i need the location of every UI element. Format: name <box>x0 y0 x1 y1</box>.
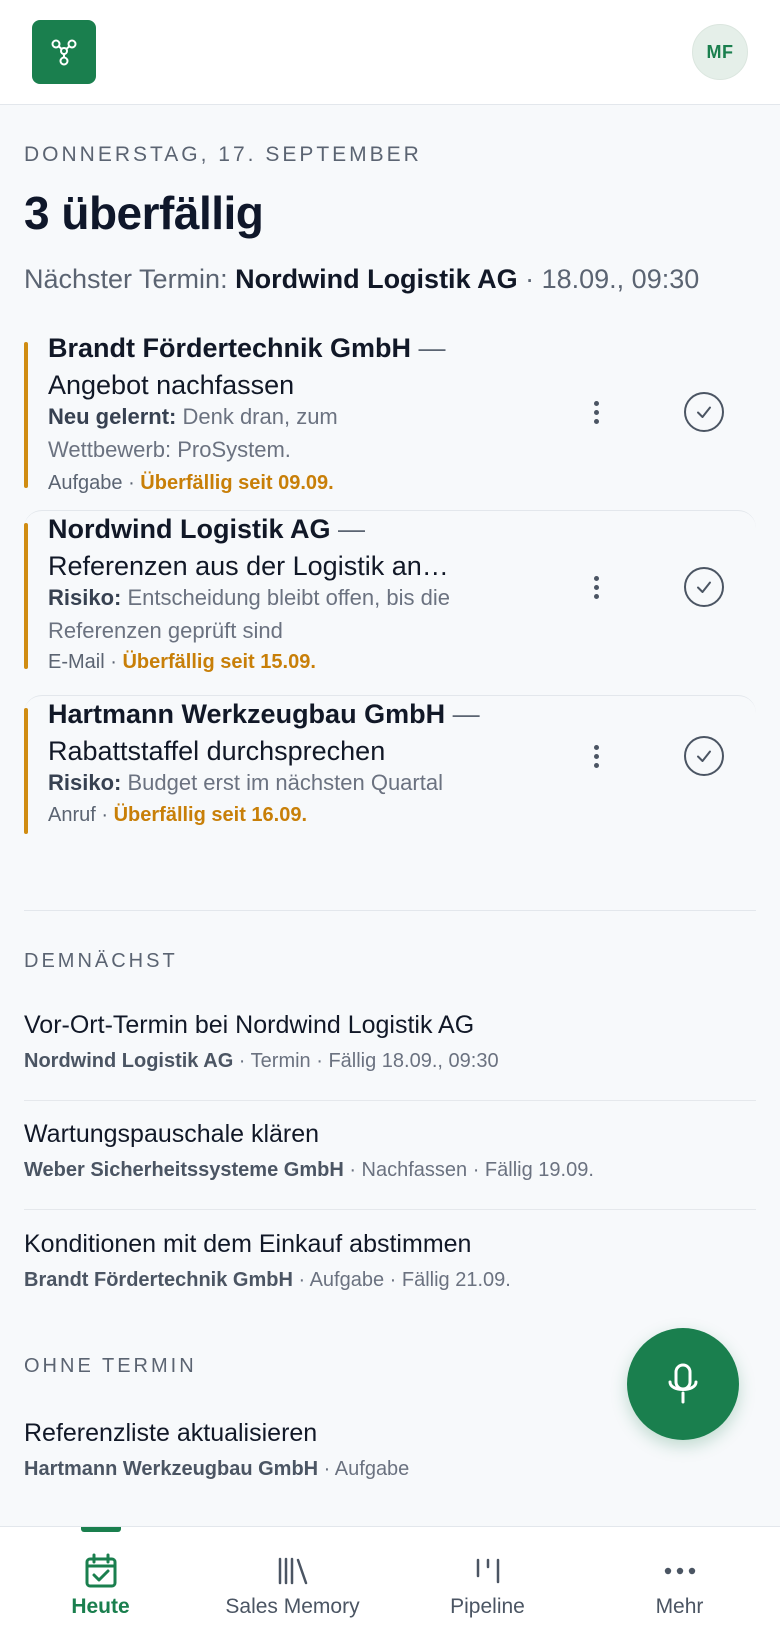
task-title: Brandt Fördertechnik GmbH — Angebot nach… <box>48 330 548 404</box>
next-appointment-time: · 18.09., 09:30 <box>525 264 700 294</box>
calendar-check-icon <box>85 1553 116 1588</box>
task-note-text: Budget erst im nächsten Quartal <box>121 770 443 795</box>
upcoming-item[interactable]: Konditionen mit dem Einkauf abstimmen Br… <box>24 1227 756 1292</box>
item-meta: Weber Sicherheitssysteme GmbH · Nachfass… <box>24 1159 756 1182</box>
task-action: Referenzen aus der Logistik an… <box>48 551 449 581</box>
item-divider <box>24 1100 756 1101</box>
complete-task-button[interactable] <box>684 392 724 432</box>
checkmark-icon <box>697 750 711 762</box>
task-action: Rabattstaffel durchsprechen <box>48 736 386 766</box>
item-title: Wartungspauschale klären <box>24 1120 320 1148</box>
task-company: Hartmann Werkzeugbau GmbH <box>48 699 446 729</box>
tab-label: Pipeline <box>450 1595 525 1618</box>
task-menu-icon[interactable] <box>584 736 608 776</box>
pipeline-icon <box>476 1558 499 1584</box>
complete-task-button[interactable] <box>684 736 724 776</box>
item-company: Weber Sicherheitssysteme GmbH <box>24 1159 344 1181</box>
more-icon <box>664 1567 695 1575</box>
next-appointment-company: Nordwind Logistik AG <box>235 264 518 294</box>
task-due: Überfällig seit 16.09. <box>113 804 308 826</box>
item-detail: · Nachfassen · Fällig 19.09. <box>343 1159 594 1181</box>
task-action: Angebot nachfassen <box>48 370 295 400</box>
library-icon <box>278 1557 307 1585</box>
active-tab-indicator <box>80 1527 121 1532</box>
item-detail: · Termin · Fällig 18.09., 09:30 <box>233 1050 499 1072</box>
task-type: Anruf <box>48 804 96 826</box>
task-meta-separator: · <box>122 472 141 494</box>
bottom-tab-bar: Heute Sales Memory Pipeline Mehr <box>0 1526 780 1640</box>
task-type: Aufgabe <box>48 472 123 494</box>
upcoming-item[interactable]: Wartungspauschale klären Weber Sicherhei… <box>24 1117 756 1182</box>
app-logo[interactable] <box>32 20 96 84</box>
overdue-indicator-bar <box>24 342 28 488</box>
task-note-label: Risiko: <box>48 770 122 795</box>
item-title: Vor-Ort-Termin bei Nordwind Logistik AG <box>24 1011 475 1039</box>
item-company: Hartmann Werkzeugbau GmbH <box>24 1458 319 1480</box>
task-title: Nordwind Logistik AG — Referenzen aus de… <box>48 511 548 585</box>
item-company: Nordwind Logistik AG <box>24 1050 234 1072</box>
next-appointment-label: Nächster Termin: <box>24 264 228 294</box>
next-appointment[interactable]: Nächster Termin: Nordwind Logistik AG · … <box>24 264 699 295</box>
task-company: Brandt Fördertechnik GmbH <box>48 333 412 363</box>
overdue-headline: 3 überfällig <box>24 187 264 239</box>
item-meta: Hartmann Werkzeugbau GmbH · Aufgabe <box>24 1458 756 1481</box>
item-meta: Nordwind Logistik AG · Termin · Fällig 1… <box>24 1050 756 1073</box>
checkmark-icon <box>697 406 711 418</box>
top-bar: MF <box>0 0 780 105</box>
task-note: Risiko: Budget erst im nächsten Quartal <box>48 766 528 799</box>
section-label-no-date: OHNE TERMIN <box>24 1355 197 1377</box>
task-meta: E-Mail · Überfällig seit 15.09. <box>48 651 316 674</box>
overdue-indicator-bar <box>24 708 28 834</box>
tab-pipeline[interactable]: Pipeline <box>390 1527 585 1640</box>
task-dash: — <box>445 699 480 729</box>
tab-label: Sales Memory <box>225 1595 360 1618</box>
item-company: Brandt Fördertechnik GmbH <box>24 1269 293 1291</box>
checkmark-icon <box>697 581 711 593</box>
tab-label: Mehr <box>655 1595 704 1618</box>
task-menu-icon[interactable] <box>584 392 608 432</box>
task-meta-separator: · <box>104 651 123 673</box>
tab-label: Heute <box>71 1595 130 1618</box>
item-divider <box>24 1209 756 1210</box>
network-icon <box>51 39 77 66</box>
task-due: Überfällig seit 09.09. <box>140 472 334 494</box>
item-detail: · Aufgabe <box>318 1458 410 1480</box>
task-note-label: Risiko: <box>48 585 122 610</box>
overdue-task-card[interactable]: Hartmann Werkzeugbau GmbH — Rabattstaffe… <box>24 695 756 855</box>
item-meta: Brandt Fördertechnik GmbH · Aufgabe · Fä… <box>24 1269 756 1292</box>
tab-today[interactable]: Heute <box>3 1527 198 1640</box>
task-note-label: Neu gelernt: <box>48 404 177 429</box>
task-due: Überfällig seit 15.09. <box>122 651 316 673</box>
task-note: Neu gelernt: Denk dran, zum Wettbewerb: … <box>48 400 428 466</box>
microphone-icon <box>668 1363 698 1404</box>
user-avatar[interactable]: MF <box>692 24 748 80</box>
task-meta-separator: · <box>95 804 114 826</box>
section-divider <box>24 910 756 911</box>
complete-task-button[interactable] <box>684 567 724 607</box>
current-date: DONNERSTAG, 17. SEPTEMBER <box>24 143 422 166</box>
task-note: Risiko: Entscheidung bleibt offen, bis d… <box>48 581 528 647</box>
item-detail: · Aufgabe · Fällig 21.09. <box>292 1269 511 1291</box>
overdue-task-card[interactable]: Brandt Fördertechnik GmbH — Angebot nach… <box>24 330 756 500</box>
upcoming-item[interactable]: Vor-Ort-Termin bei Nordwind Logistik AG … <box>24 1008 756 1073</box>
task-menu-icon[interactable] <box>584 567 608 607</box>
tab-sales-memory[interactable]: Sales Memory <box>195 1527 390 1640</box>
overdue-task-card[interactable]: Nordwind Logistik AG — Referenzen aus de… <box>24 510 756 680</box>
section-label-upcoming: DEMNÄCHST <box>24 950 178 972</box>
task-title: Hartmann Werkzeugbau GmbH — Rabattstaffe… <box>48 696 548 770</box>
tab-more[interactable]: Mehr <box>582 1527 777 1640</box>
task-meta: Aufgabe · Überfällig seit 09.09. <box>48 472 334 495</box>
task-company: Nordwind Logistik AG <box>48 514 331 544</box>
task-type: E-Mail <box>48 651 105 673</box>
voice-input-button[interactable] <box>627 1328 739 1440</box>
task-meta: Anruf · Überfällig seit 16.09. <box>48 804 307 827</box>
overdue-indicator-bar <box>24 523 28 669</box>
item-title: Konditionen mit dem Einkauf abstimmen <box>24 1230 472 1258</box>
task-dash: — <box>330 514 366 544</box>
task-dash: — <box>411 333 446 363</box>
